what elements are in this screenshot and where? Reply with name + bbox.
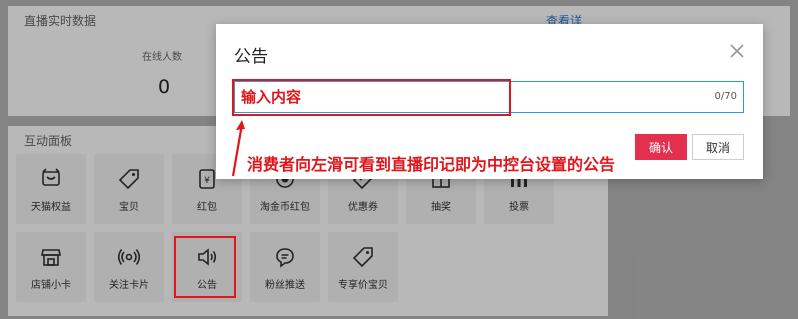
annotation-arrow-icon [231,120,245,177]
input-highlight-box [232,79,511,116]
announcement-tile-highlight [174,236,236,298]
dialog-title: 公告 [234,47,268,67]
char-counter: 0/70 [714,91,737,102]
close-icon[interactable] [728,42,746,60]
annotation-text: 消费者向左滑可看到直播印记即为中控台设置的公告 [247,155,616,174]
cancel-button[interactable]: 取消 [692,134,744,160]
confirm-button[interactable]: 确认 [635,134,687,160]
